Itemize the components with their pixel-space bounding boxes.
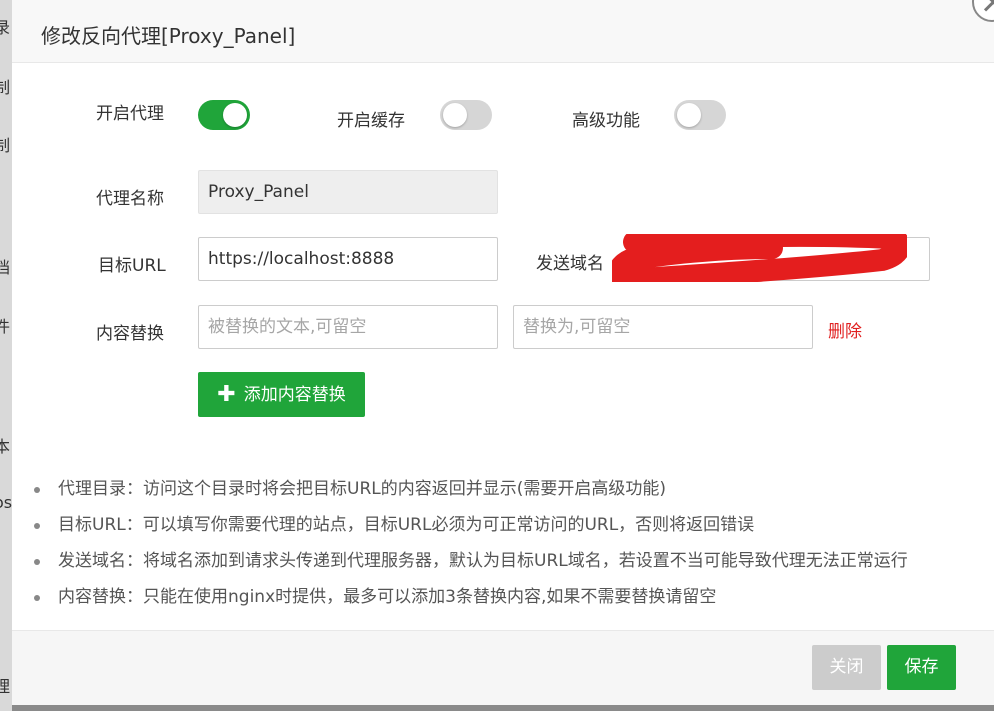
proxy-switch[interactable] [198, 100, 250, 130]
advanced-switch[interactable] [674, 100, 726, 130]
bg-text: 制 [0, 136, 11, 155]
background-page-edge: 录 制 制 档 件 本 os t 理 [0, 0, 12, 711]
replace-to-input[interactable] [513, 305, 813, 349]
save-button[interactable]: 保存 [887, 645, 956, 690]
dialog-footer: 关闭 保存 [12, 630, 994, 705]
cache-switch[interactable] [440, 100, 492, 130]
delete-replace-link[interactable]: 删除 [828, 317, 862, 342]
content-replace-label: 内容替换 [96, 324, 164, 344]
proxy-name-input [198, 170, 498, 214]
bg-text: os [0, 493, 12, 512]
send-domain-label: 发送域名 [536, 254, 604, 274]
target-url-label: 目标URL [98, 256, 166, 276]
add-content-replace-button[interactable]: ✚ 添加内容替换 [198, 372, 365, 417]
proxy-switch-label: 开启代理 [96, 104, 164, 124]
add-content-replace-label: 添加内容替换 [243, 385, 346, 405]
tip-target-url: 目标URL：可以填写你需要代理的站点，目标URL必须为可正常访问的URL，否则将… [32, 512, 908, 548]
bg-text: 本 [0, 437, 11, 456]
switch-knob [223, 103, 247, 127]
redaction-scribble [612, 234, 907, 282]
target-url-input[interactable] [198, 237, 498, 281]
plus-icon: ✚ [217, 382, 236, 407]
edit-reverse-proxy-dialog: 修改反向代理[Proxy_Panel] 开启代理 开启缓存 高级功能 代理名称 … [12, 0, 994, 705]
cache-switch-label: 开启缓存 [337, 111, 405, 131]
help-tips-list: 代理目录：访问这个目录时将会把目标URL的内容返回并显示(需要开启高级功能) 目… [32, 476, 908, 620]
close-button[interactable]: 关闭 [812, 645, 881, 690]
bg-text: 制 [0, 78, 11, 97]
bg-text: 理 [0, 677, 11, 696]
replace-from-input[interactable] [198, 305, 498, 349]
advanced-switch-label: 高级功能 [572, 111, 640, 131]
dialog-title: 修改反向代理[Proxy_Panel] [41, 24, 296, 48]
tip-content-replace: 内容替换：只能在使用nginx时提供，最多可以添加3条替换内容,如果不需要替换请… [32, 584, 908, 620]
tip-proxy-dir: 代理目录：访问这个目录时将会把目标URL的内容返回并显示(需要开启高级功能) [32, 476, 908, 512]
bg-text: 档 [0, 258, 11, 277]
bg-text: 件 [0, 317, 11, 336]
switch-knob [443, 103, 467, 127]
close-icon[interactable] [972, 0, 994, 22]
switch-knob [677, 103, 701, 127]
dialog-header: 修改反向代理[Proxy_Panel] [12, 0, 994, 63]
proxy-name-label: 代理名称 [96, 189, 164, 209]
tip-send-domain: 发送域名：将域名添加到请求头传递到代理服务器，默认为目标URL域名，若设置不当可… [32, 548, 908, 584]
bg-text: 录 [0, 18, 11, 37]
